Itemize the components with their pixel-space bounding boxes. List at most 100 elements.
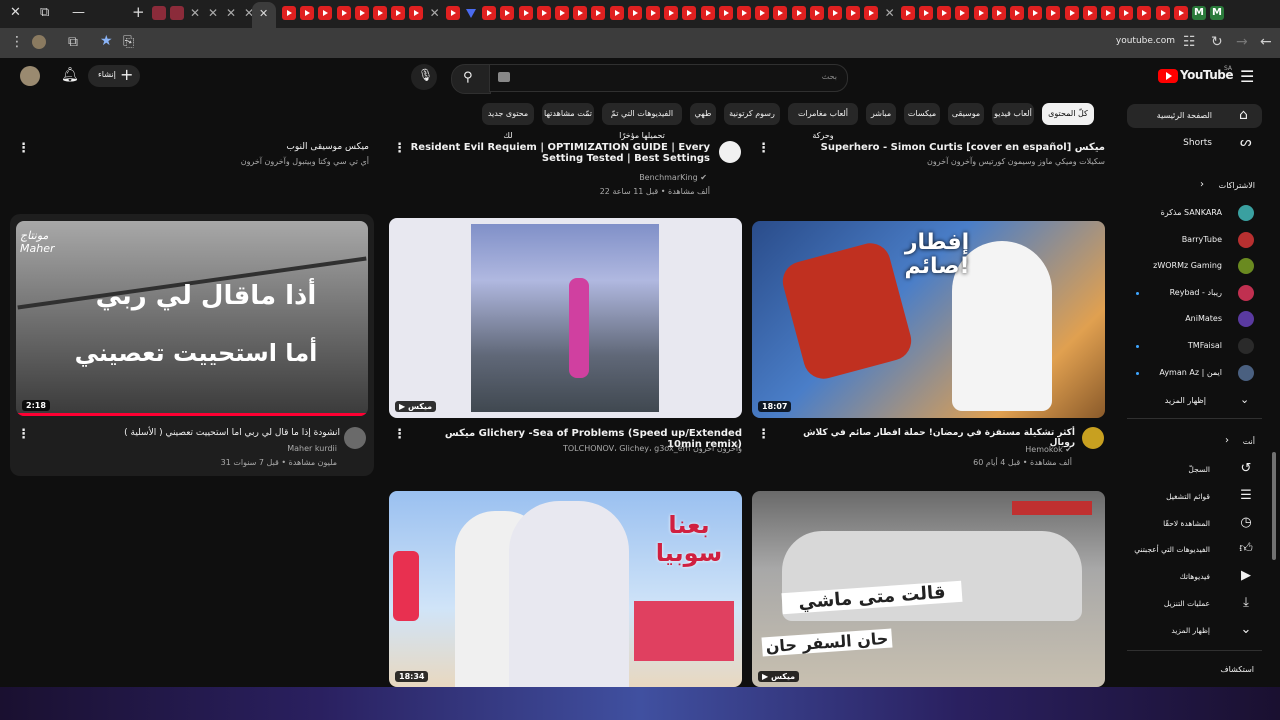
- chip-4[interactable]: مباشر: [866, 103, 896, 125]
- forward-icon[interactable]: →: [1236, 34, 1248, 50]
- you-item[interactable]: ◷ المشاهدة لاحقًا: [1127, 515, 1262, 533]
- video-menu-icon[interactable]: ⋮: [17, 141, 30, 156]
- you-item[interactable]: 👍︎ الفيديوهات التي أعجبتني: [1127, 541, 1262, 559]
- sidebar-item-shorts[interactable]: Shorts ᔕ: [1127, 132, 1262, 154]
- youtube-tab-icon[interactable]: [445, 6, 460, 20]
- youtube-tab-icon[interactable]: [500, 6, 515, 20]
- sidebar-scrollbar[interactable]: [1272, 452, 1276, 560]
- video-title[interactable]: ميكس [Superhero - Simon Curtis [cover en…: [775, 142, 1105, 153]
- chip-8[interactable]: الفيديوهات التي تمّ تحميلها مؤخرًا: [602, 103, 682, 140]
- tab-favicon-x-icon[interactable]: ✕: [224, 6, 238, 20]
- tab-favicon-icon[interactable]: [170, 6, 184, 20]
- chip-7[interactable]: طهي: [690, 103, 716, 125]
- youtube-tab-icon[interactable]: [1046, 6, 1061, 20]
- youtube-tab-icon[interactable]: [627, 6, 642, 20]
- channel-avatar[interactable]: [719, 141, 741, 163]
- video-menu-icon[interactable]: ⋮: [17, 427, 30, 442]
- chip-6[interactable]: رسوم كرتونية: [724, 103, 780, 125]
- youtube-tab-icon[interactable]: [664, 6, 679, 20]
- youtube-tab-icon[interactable]: [1101, 6, 1115, 20]
- video-title[interactable]: Resident Evil Requiem | OPTIMIZATION GUI…: [410, 142, 710, 164]
- active-tab[interactable]: ✕: [252, 2, 276, 28]
- chip-0[interactable]: كلّ المحتوى: [1042, 103, 1094, 125]
- youtube-tab-icon[interactable]: [718, 6, 733, 20]
- youtube-tab-icon[interactable]: [1028, 6, 1043, 20]
- subscription-item[interactable]: مذكرة SANKARA: [1127, 205, 1262, 223]
- youtube-tab-icon[interactable]: [1137, 6, 1152, 20]
- search-button[interactable]: ⚲: [451, 64, 491, 94]
- youtube-tab-icon[interactable]: [755, 6, 770, 20]
- create-button[interactable]: إنشاء +: [88, 65, 140, 87]
- new-tab-icon[interactable]: +: [132, 3, 145, 21]
- bookmark-star-icon[interactable]: ★: [100, 33, 113, 49]
- voice-search-button[interactable]: 🎙︎: [411, 64, 437, 90]
- back-icon[interactable]: ←: [1260, 34, 1272, 50]
- chip-1[interactable]: ألعاب فيديو: [992, 103, 1034, 125]
- subscription-item[interactable]: TMFaisal: [1127, 338, 1262, 356]
- channel-avatar[interactable]: [344, 427, 366, 449]
- account-avatar[interactable]: [20, 66, 40, 86]
- tab-favicon-icon[interactable]: ✕: [428, 6, 442, 20]
- video-thumbnail[interactable]: ▶ ميكس: [389, 218, 742, 418]
- you-item[interactable]: ▶ فيديوهاتك: [1127, 568, 1262, 586]
- youtube-tab-icon[interactable]: [482, 6, 497, 20]
- subscription-item[interactable]: AniMates: [1127, 311, 1262, 329]
- youtube-tab-icon[interactable]: [955, 6, 970, 20]
- youtube-tab-icon[interactable]: [591, 6, 606, 20]
- tab-favicon-icon[interactable]: [464, 6, 478, 20]
- youtube-tab-icon[interactable]: [1064, 6, 1079, 20]
- youtube-tab-icon[interactable]: [1119, 6, 1134, 20]
- subscription-item[interactable]: zWORMz Gaming: [1127, 258, 1262, 276]
- youtube-tab-icon[interactable]: [864, 6, 879, 20]
- sidebar-item-home[interactable]: الصفحة الرئيسية ⌂: [1127, 104, 1262, 128]
- youtube-tab-icon[interactable]: [282, 6, 296, 20]
- chip-5[interactable]: ألعاب مغامرات وحركة: [788, 103, 858, 140]
- sidebar-show-more-subs[interactable]: إظهار المزيد ⌄: [1127, 392, 1262, 410]
- video-menu-icon[interactable]: ⋮: [393, 427, 406, 442]
- video-title[interactable]: ميكس موسيقى النوب: [40, 142, 369, 152]
- youtube-tab-icon[interactable]: [773, 6, 788, 20]
- youtube-tab-icon[interactable]: [682, 6, 697, 20]
- youtube-tab-icon[interactable]: [1155, 6, 1170, 20]
- close-window-icon[interactable]: ✕: [10, 5, 21, 20]
- chip-9[interactable]: تمّت مشاهدتها: [542, 103, 594, 125]
- tab-favicon-x-icon[interactable]: ✕: [188, 6, 202, 20]
- extensions-icon[interactable]: ⧉: [68, 34, 78, 50]
- youtube-tab-icon[interactable]: [900, 6, 915, 20]
- youtube-tab-icon[interactable]: [937, 6, 952, 20]
- youtube-tab-icon[interactable]: [809, 6, 824, 20]
- youtube-tab-icon[interactable]: [300, 6, 315, 20]
- youtube-tab-icon[interactable]: [700, 6, 715, 20]
- chip-10[interactable]: محتوى جديد لك: [482, 103, 534, 140]
- subscription-item[interactable]: Reybad - ريباد: [1127, 284, 1262, 303]
- youtube-tab-icon[interactable]: [518, 6, 533, 20]
- video-channel-row[interactable]: BenchmarKing ✔: [450, 173, 707, 182]
- video-channel[interactable]: TOLCHONOV، Glichey، g3ox_em وآخرون آخرون: [410, 444, 742, 453]
- video-channel[interactable]: Maher kurdii: [40, 444, 337, 453]
- video-thumbnail[interactable]: قالت متى ماشي حان السفر حان ▶ ميكس: [752, 491, 1105, 687]
- youtube-tab-icon[interactable]: [573, 6, 588, 20]
- youtube-tab-icon[interactable]: [391, 6, 406, 20]
- youtube-tab-icon[interactable]: [1173, 6, 1188, 20]
- chip-2[interactable]: موسيقى: [948, 103, 984, 125]
- video-title[interactable]: انشودة إذا ما قال لي ربي اما استحييت تعص…: [40, 428, 340, 438]
- you-item[interactable]: ↺ السجلّ: [1127, 461, 1262, 479]
- url-text[interactable]: youtube.com: [1100, 36, 1175, 46]
- youtube-tab-icon[interactable]: [973, 6, 988, 20]
- youtube-tab-icon[interactable]: [536, 6, 551, 20]
- search-input[interactable]: بحث: [489, 64, 848, 92]
- close-tab-icon[interactable]: ✕: [259, 7, 268, 20]
- tab-favicon-icon[interactable]: [152, 6, 166, 20]
- share-icon[interactable]: ⎘: [123, 34, 134, 50]
- youtube-tab-icon[interactable]: [791, 6, 806, 20]
- subscriptions-header[interactable]: الاشتراكات ›: [1200, 179, 1255, 194]
- video-thumbnail[interactable]: أذا ماقال لي ربي أما استحييت تعصيني مونت…: [16, 221, 368, 416]
- youtube-tab-icon[interactable]: [737, 6, 751, 20]
- more-menu-icon[interactable]: ⋮: [10, 34, 24, 50]
- menu-hamburger-icon[interactable]: ☰: [1240, 67, 1254, 86]
- minimize-window-icon[interactable]: —: [72, 5, 85, 20]
- video-menu-icon[interactable]: ⋮: [393, 141, 406, 156]
- tab-favicon-x-icon[interactable]: ✕: [206, 6, 220, 20]
- notifications-bell-icon[interactable]: 🔔︎: [61, 67, 79, 83]
- site-settings-icon[interactable]: ☷: [1183, 34, 1196, 50]
